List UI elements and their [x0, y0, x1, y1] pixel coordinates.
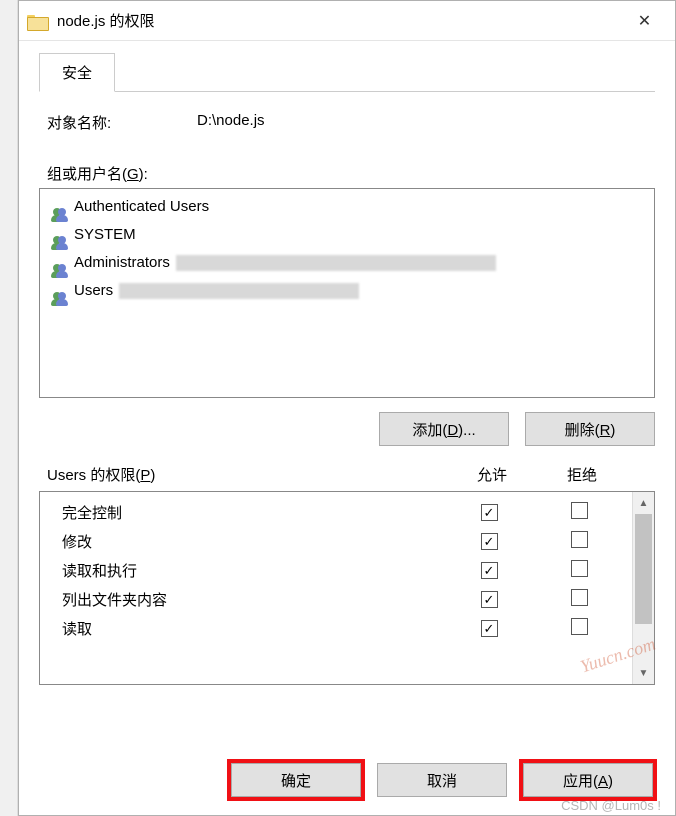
- groups-listbox[interactable]: Authenticated Users SYSTEM Administrators U…: [39, 188, 655, 398]
- permission-row: 修改 ✓: [40, 527, 632, 556]
- scroll-track[interactable]: [633, 624, 654, 662]
- ok-button[interactable]: 确定: [231, 763, 361, 797]
- permission-row: 完全控制 ✓: [40, 498, 632, 527]
- allow-cell: ✓: [444, 562, 534, 579]
- list-item[interactable]: Users: [40, 277, 654, 305]
- tab-strip: 安全: [39, 53, 655, 92]
- deny-checkbox[interactable]: [571, 618, 588, 635]
- allow-checkbox[interactable]: ✓: [481, 533, 498, 550]
- cancel-button[interactable]: 取消: [377, 763, 507, 797]
- redacted-text: [176, 255, 496, 271]
- object-name-row: 对象名称: D:\node.js: [47, 112, 655, 133]
- allow-cell: ✓: [444, 591, 534, 608]
- permissions-header: Users 的权限(P) 允许 拒绝: [39, 464, 655, 491]
- users-group-icon: [50, 198, 68, 216]
- deny-checkbox[interactable]: [571, 589, 588, 606]
- permission-name: 完全控制: [62, 502, 444, 523]
- permission-row: 列出文件夹内容 ✓: [40, 585, 632, 614]
- groups-label: 组或用户名(G):: [47, 163, 655, 184]
- permissions-listbox: 完全控制 ✓ 修改 ✓ 读取和执行 ✓ 列出文件夹内容 ✓ 读取 ✓ ▲ ▼: [39, 491, 655, 685]
- add-button[interactable]: 添加(D)...: [379, 412, 509, 446]
- apply-button[interactable]: 应用(A): [523, 763, 653, 797]
- deny-cell: [534, 618, 624, 639]
- allow-checkbox[interactable]: ✓: [481, 620, 498, 637]
- background-sliver: [0, 0, 18, 816]
- deny-checkbox[interactable]: [571, 531, 588, 548]
- content-area: 安全 对象名称: D:\node.js 组或用户名(G): Authentica…: [19, 41, 675, 685]
- list-item[interactable]: Administrators: [40, 249, 654, 277]
- permissions-dialog: node.js 的权限 ✕ 安全 对象名称: D:\node.js 组或用户名(…: [18, 0, 676, 816]
- allow-header: 允许: [447, 464, 537, 485]
- group-buttons-row: 添加(D)... 删除(R): [39, 412, 655, 446]
- dialog-button-row: 确定 取消 应用(A): [231, 763, 653, 797]
- deny-cell: [534, 531, 624, 552]
- permission-name: 列出文件夹内容: [62, 589, 444, 610]
- allow-cell: ✓: [444, 533, 534, 550]
- deny-cell: [534, 589, 624, 610]
- tab-security[interactable]: 安全: [39, 53, 115, 92]
- object-name-value: D:\node.js: [197, 112, 265, 133]
- window-title: node.js 的权限: [57, 10, 622, 31]
- permission-name: 读取: [62, 618, 444, 639]
- allow-checkbox[interactable]: ✓: [481, 504, 498, 521]
- permissions-title: Users 的权限(P): [47, 464, 447, 485]
- list-item-label: Users: [74, 279, 113, 303]
- object-name-label: 对象名称:: [47, 112, 197, 133]
- scroll-up-icon[interactable]: ▲: [633, 492, 654, 514]
- scrollbar[interactable]: ▲ ▼: [632, 492, 654, 684]
- allow-cell: ✓: [444, 504, 534, 521]
- titlebar: node.js 的权限 ✕: [19, 1, 675, 41]
- list-item-label: SYSTEM: [74, 223, 136, 247]
- deny-header: 拒绝: [537, 464, 627, 485]
- scroll-down-icon[interactable]: ▼: [633, 662, 654, 684]
- allow-checkbox[interactable]: ✓: [481, 562, 498, 579]
- deny-cell: [534, 502, 624, 523]
- deny-checkbox[interactable]: [571, 560, 588, 577]
- list-item-label: Authenticated Users: [74, 195, 209, 219]
- permission-name: 修改: [62, 531, 444, 552]
- redacted-text: [119, 283, 359, 299]
- list-item-label: Administrators: [74, 251, 170, 275]
- users-group-icon: [50, 254, 68, 272]
- permission-row: 读取 ✓: [40, 614, 632, 643]
- scroll-thumb[interactable]: [635, 514, 652, 624]
- folder-icon: [27, 13, 47, 29]
- list-item[interactable]: SYSTEM: [40, 221, 654, 249]
- remove-button[interactable]: 删除(R): [525, 412, 655, 446]
- allow-checkbox[interactable]: ✓: [481, 591, 498, 608]
- watermark-author: CSDN @Lum0s !: [561, 798, 661, 813]
- users-group-icon: [50, 282, 68, 300]
- users-group-icon: [50, 226, 68, 244]
- permission-row: 读取和执行 ✓: [40, 556, 632, 585]
- list-item[interactable]: Authenticated Users: [40, 193, 654, 221]
- allow-cell: ✓: [444, 620, 534, 637]
- close-button[interactable]: ✕: [622, 6, 667, 36]
- permission-name: 读取和执行: [62, 560, 444, 581]
- deny-cell: [534, 560, 624, 581]
- deny-checkbox[interactable]: [571, 502, 588, 519]
- permissions-scroll-area[interactable]: 完全控制 ✓ 修改 ✓ 读取和执行 ✓ 列出文件夹内容 ✓ 读取 ✓: [40, 492, 632, 684]
